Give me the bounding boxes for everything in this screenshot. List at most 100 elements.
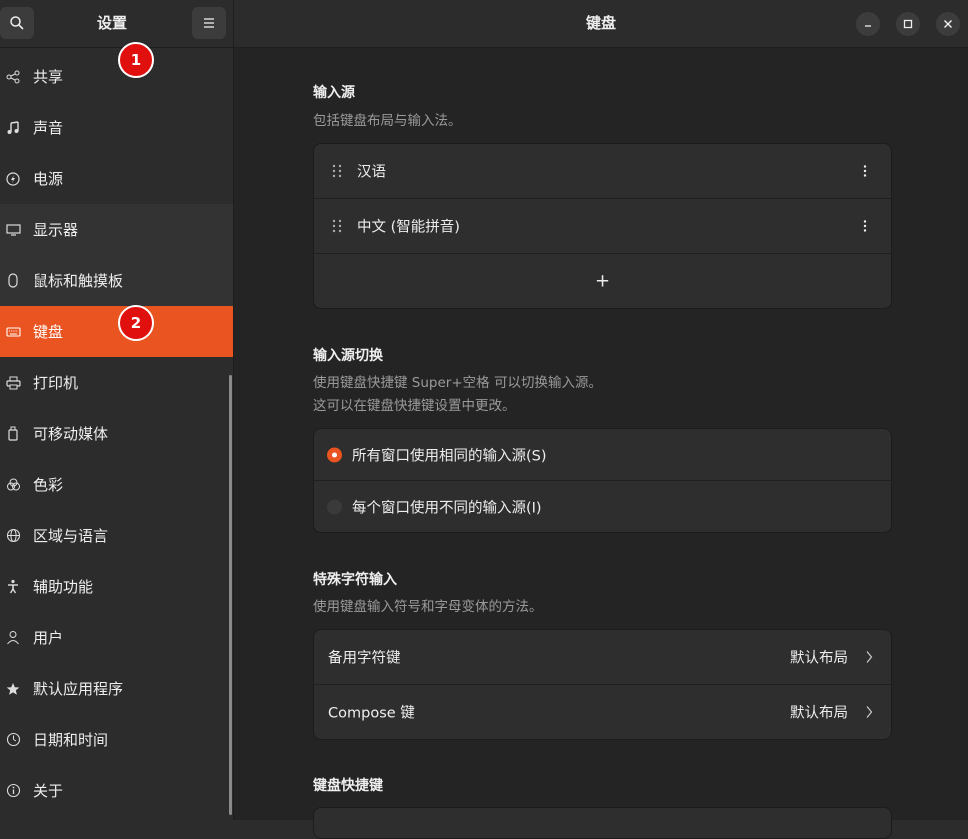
sidebar-item-label: 显示器 (33, 221, 79, 239)
input-sources-desc: 包括键盘布局与输入法。 (313, 113, 462, 129)
radio-button[interactable] (327, 499, 342, 514)
sidebar-item-region-language[interactable]: 区域与语言 (0, 510, 233, 561)
option-label: 所有窗口使用相同的输入源(S) (352, 448, 547, 464)
sidebar-item-printers[interactable]: 打印机 (0, 357, 233, 408)
sidebar-title: 设置 (96, 14, 127, 32)
globe-icon (5, 528, 21, 544)
sidebar-item-label: 键盘 (33, 323, 64, 341)
sidebar-item-label: 打印机 (33, 374, 79, 392)
usb-drive-icon (5, 426, 21, 442)
sidebar-item-users[interactable]: 用户 (0, 612, 233, 663)
sidebar-item-label: 关于 (33, 782, 64, 800)
sidebar-item-accessibility[interactable]: 辅助功能 (0, 561, 233, 612)
input-source-row[interactable]: 汉语 (314, 144, 891, 199)
info-icon (5, 783, 21, 799)
display-icon (5, 222, 21, 238)
sidebar-item-label: 区域与语言 (33, 527, 109, 545)
sidebar-item-display[interactable]: 显示器 (0, 204, 233, 255)
mouse-icon (5, 273, 21, 289)
special-chars-title: 特殊字符输入 (313, 572, 397, 588)
clock-icon (5, 732, 21, 748)
alternate-characters-key-row[interactable]: 备用字符键 默认布局 (314, 630, 891, 685)
sidebar-scrollbar[interactable] (229, 375, 232, 815)
search-icon (10, 16, 24, 30)
printer-icon (5, 375, 21, 391)
sidebar-item-keyboard[interactable]: 键盘 (0, 306, 233, 357)
sidebar-item-label: 日期和时间 (33, 731, 109, 749)
sidebar-item-sharing[interactable]: 共享 (0, 51, 233, 102)
input-source-row[interactable]: 中文 (智能拼音) (314, 199, 891, 254)
special-chars-list: 备用字符键 默认布局 Compose 键 默认布局 (313, 629, 892, 740)
input-sources-title: 输入源 (313, 85, 355, 101)
sidebar-item-sound[interactable]: 声音 (0, 102, 233, 153)
star-icon (5, 681, 21, 697)
add-input-source-button[interactable]: + (314, 254, 891, 308)
annotation-badge-2: 2 (118, 305, 154, 341)
drag-handle-icon[interactable] (332, 219, 342, 233)
row-value: 默认布局 (790, 650, 848, 667)
sidebar: 设置 共享 声音 电源 显示器 鼠标和触摸板 键盘 打印机 可移动媒体 色彩 区… (0, 0, 233, 820)
input-source-label: 中文 (智能拼音) (357, 219, 460, 236)
drag-handle-icon[interactable] (332, 164, 342, 178)
sidebar-item-date-time[interactable]: 日期和时间 (0, 714, 233, 765)
keyboard-icon (5, 324, 21, 340)
sidebar-item-default-apps[interactable]: 默认应用程序 (0, 663, 233, 714)
chevron-right-icon (866, 651, 873, 663)
sidebar-item-power[interactable]: 电源 (0, 153, 233, 204)
input-source-label: 汉语 (357, 164, 386, 181)
sidebar-item-label: 可移动媒体 (33, 425, 109, 443)
sidebar-item-mouse-touchpad[interactable]: 鼠标和触摸板 (0, 255, 233, 306)
sidebar-item-removable-media[interactable]: 可移动媒体 (0, 408, 233, 459)
color-icon (5, 477, 21, 493)
switching-title: 输入源切换 (313, 348, 383, 364)
sidebar-item-label: 默认应用程序 (33, 680, 124, 698)
close-button[interactable] (936, 12, 960, 36)
sidebar-header: 设置 (0, 0, 233, 48)
share-icon (5, 69, 21, 85)
sidebar-item-label: 声音 (33, 119, 64, 137)
music-note-icon (5, 120, 21, 136)
sidebar-list: 共享 声音 电源 显示器 鼠标和触摸板 键盘 打印机 可移动媒体 色彩 区域与语… (0, 51, 233, 816)
sidebar-item-label: 色彩 (33, 476, 64, 494)
shortcuts-list[interactable] (313, 807, 892, 839)
maximize-icon (903, 19, 913, 29)
add-icon: + (594, 270, 611, 292)
sidebar-item-color[interactable]: 色彩 (0, 459, 233, 510)
sidebar-item-label: 辅助功能 (33, 578, 94, 596)
compose-key-row[interactable]: Compose 键 默认布局 (314, 685, 891, 739)
sidebar-item-label: 鼠标和触摸板 (33, 272, 124, 290)
user-icon (5, 630, 21, 646)
more-options-icon[interactable] (861, 164, 869, 178)
radio-button-selected[interactable] (327, 447, 342, 462)
sidebar-item-label: 用户 (33, 629, 64, 647)
sidebar-item-about[interactable]: 关于 (0, 765, 233, 816)
minimize-icon (865, 25, 871, 27)
minimize-button[interactable] (856, 12, 880, 36)
main-menu-button[interactable] (192, 7, 226, 39)
sidebar-item-label: 共享 (33, 68, 64, 86)
row-label: 备用字符键 (328, 650, 401, 667)
more-options-icon[interactable] (861, 219, 869, 233)
main-header: 键盘 (234, 0, 968, 48)
option-label: 每个窗口使用不同的输入源(I) (352, 500, 542, 516)
row-value: 默认布局 (790, 705, 848, 722)
switching-options: 所有窗口使用相同的输入源(S) 每个窗口使用不同的输入源(I) (313, 428, 892, 533)
row-label: Compose 键 (328, 705, 415, 722)
option-per-window-source[interactable]: 每个窗口使用不同的输入源(I) (314, 481, 891, 532)
shortcuts-title: 键盘快捷键 (313, 778, 383, 794)
switching-desc-line2: 这可以在键盘快捷键设置中更改。 (313, 398, 516, 414)
annotation-badge-1: 1 (118, 42, 154, 78)
special-chars-desc: 使用键盘输入符号和字母变体的方法。 (313, 599, 543, 615)
power-icon (5, 171, 21, 187)
main-pane: 键盘 输入源 包括键盘布局与输入法。 汉语 中文 (智能拼音) + 输入源切换 … (234, 0, 968, 839)
input-sources-list: 汉语 中文 (智能拼音) + (313, 143, 892, 309)
sidebar-item-label: 电源 (33, 170, 64, 188)
maximize-button[interactable] (896, 12, 920, 36)
accessibility-icon (5, 579, 21, 595)
search-button[interactable] (0, 7, 34, 39)
option-same-source[interactable]: 所有窗口使用相同的输入源(S) (314, 429, 891, 481)
close-icon (944, 20, 952, 28)
hamburger-menu-icon (204, 18, 214, 28)
chevron-right-icon (866, 706, 873, 718)
switching-desc-line1: 使用键盘快捷键 Super+空格 可以切换输入源。 (313, 375, 602, 391)
